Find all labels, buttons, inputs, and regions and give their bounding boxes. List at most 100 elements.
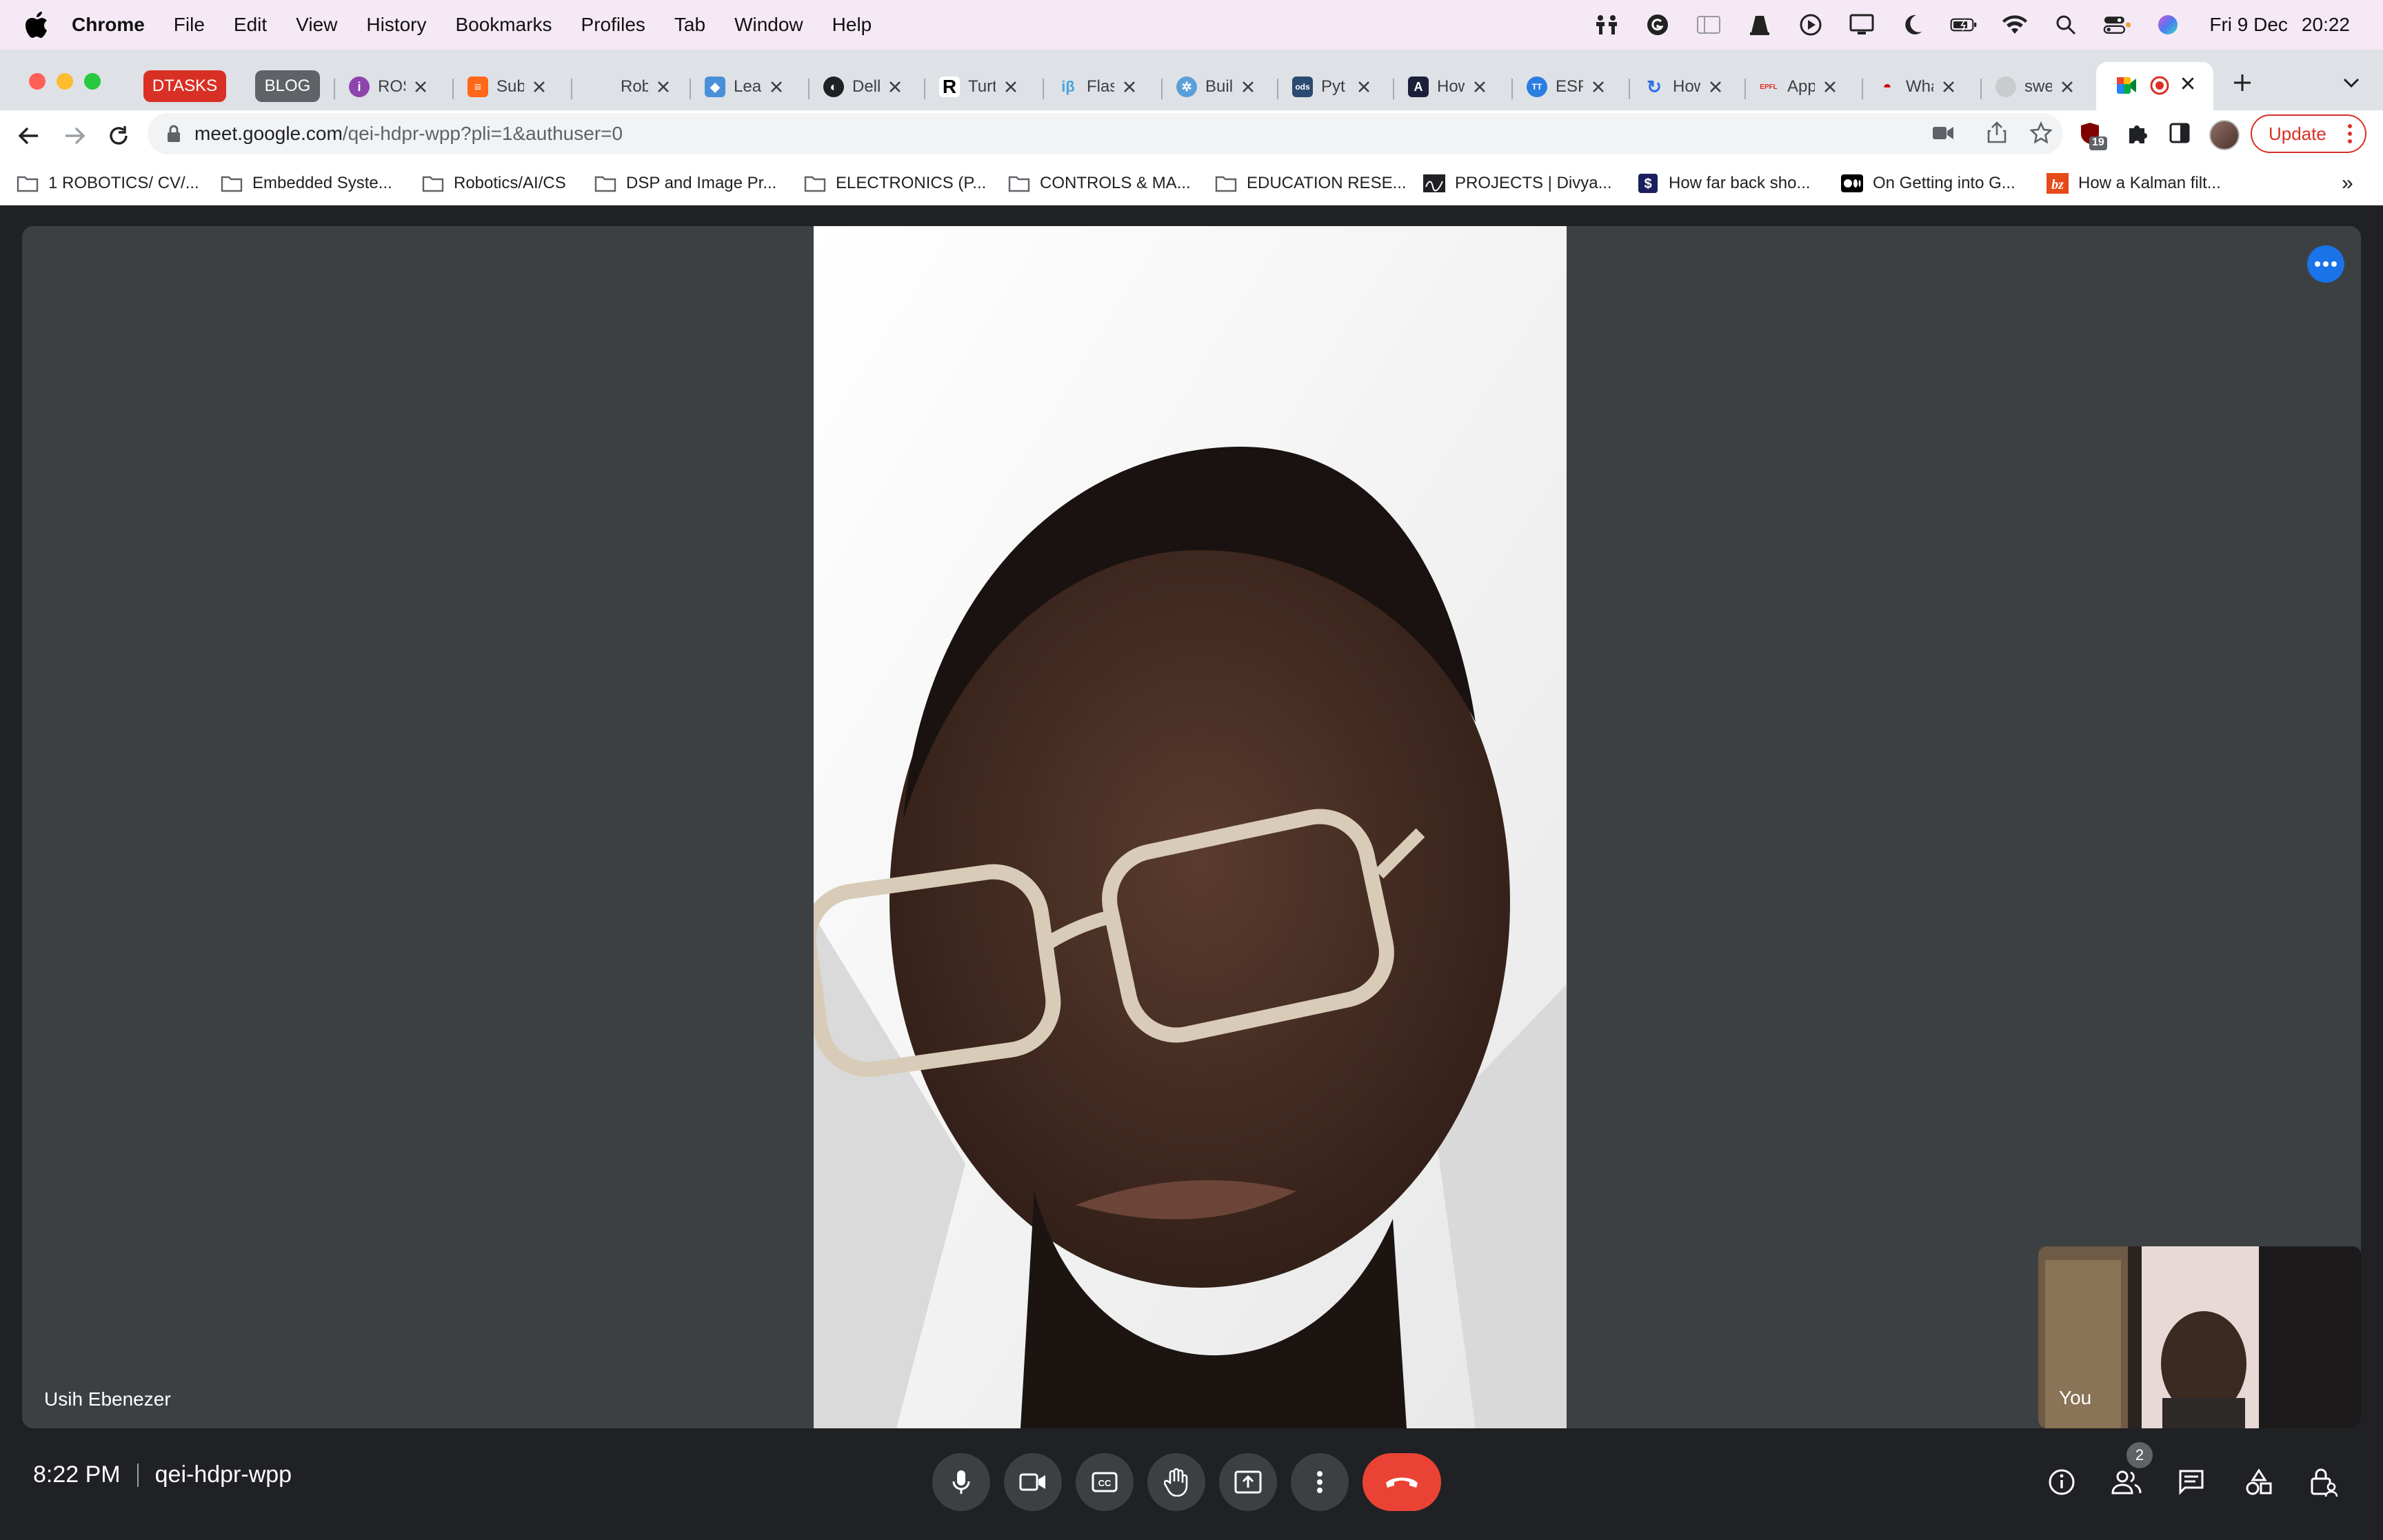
lock-icon[interactable]	[167, 125, 181, 143]
tab-close-icon[interactable]	[885, 77, 905, 97]
extensions-puzzle-icon[interactable]	[2126, 123, 2149, 145]
bookmark-folder-dsp[interactable]: DSP and Image Pr...	[594, 171, 776, 196]
bookmark-kalman-filter[interactable]: bz How a Kalman filt...	[2047, 171, 2221, 196]
tab-close-icon[interactable]	[1120, 77, 1139, 97]
bookmark-how-far-back[interactable]: $ How far back sho...	[1637, 171, 1810, 196]
tab-close-icon[interactable]	[767, 77, 786, 97]
tab-google-meet-active[interactable]	[2096, 62, 2213, 110]
bookmark-projects[interactable]: PROJECTS | Divya...	[1423, 171, 1612, 196]
tab-python[interactable]: ods Pyt	[1292, 66, 1374, 108]
menu-bookmarks[interactable]: Bookmarks	[455, 14, 552, 36]
tab-substack[interactable]: ≡ Sub	[467, 66, 549, 108]
bookmark-folder-embedded[interactable]: Embedded Syste...	[221, 171, 392, 196]
window-close-button[interactable]	[29, 73, 46, 90]
accessibility-icon[interactable]	[1593, 11, 1620, 39]
activities-button[interactable]	[2238, 1461, 2280, 1503]
ublock-extension-icon[interactable]: 19	[2080, 121, 2107, 150]
bookmark-folder-education[interactable]: EDUCATION RESE...	[1215, 171, 1407, 196]
tab-close-icon[interactable]	[411, 77, 430, 97]
grammarly-icon[interactable]	[1644, 11, 1671, 39]
menu-file[interactable]: File	[174, 14, 205, 36]
tab-group-dtasks[interactable]: DTASKS	[143, 70, 226, 102]
app-menu-chrome[interactable]: Chrome	[72, 14, 145, 36]
tab-close-icon[interactable]	[530, 77, 549, 97]
tab-esp[interactable]: TT ESP	[1527, 66, 1608, 108]
apple-logo-icon[interactable]	[25, 11, 48, 39]
tab-close-icon[interactable]	[2180, 76, 2195, 91]
host-controls-button[interactable]	[2303, 1461, 2344, 1503]
reload-icon[interactable]	[105, 122, 132, 150]
tab-close-icon[interactable]	[1001, 77, 1020, 97]
tab-close-icon[interactable]	[1939, 77, 1958, 97]
raise-hand-button[interactable]	[1147, 1453, 1205, 1511]
tab-group-blog[interactable]: BLOG	[255, 70, 320, 102]
tab-close-icon[interactable]	[1354, 77, 1374, 97]
menu-window[interactable]: Window	[734, 14, 803, 36]
tab-swe[interactable]: swe	[1995, 66, 2077, 108]
new-tab-plus-icon[interactable]	[2231, 72, 2253, 94]
camera-toggle-button[interactable]	[1004, 1453, 1062, 1511]
spotlight-search-icon[interactable]	[2052, 11, 2080, 39]
profile-avatar[interactable]	[2209, 120, 2240, 150]
bookmarks-overflow-chevron[interactable]: »	[2342, 171, 2353, 196]
tab-close-icon[interactable]	[2058, 77, 2077, 97]
captions-button[interactable]: CC	[1076, 1453, 1134, 1511]
remote-participant-video[interactable]	[814, 226, 1567, 1428]
leave-call-button[interactable]	[1363, 1453, 1441, 1511]
present-screen-button[interactable]	[1219, 1453, 1277, 1511]
menu-help[interactable]: Help	[832, 14, 872, 36]
share-icon[interactable]	[1987, 121, 2007, 143]
tab-search-chevron-icon[interactable]	[2342, 76, 2361, 90]
bookmark-folder-robotics-ai-cs[interactable]: Robotics/AI/CS	[422, 171, 566, 196]
tab-how-2[interactable]: ↻ How	[1644, 66, 1725, 108]
play-circle-icon[interactable]	[1797, 11, 1824, 39]
tab-app[interactable]: EPFL App	[1758, 66, 1840, 108]
more-options-button[interactable]	[2307, 245, 2344, 283]
bookmark-star-icon[interactable]	[2030, 121, 2052, 143]
window-minimize-button[interactable]	[57, 73, 73, 90]
menu-tab[interactable]: Tab	[674, 14, 705, 36]
tab-turtle[interactable]: R Turt	[939, 66, 1020, 108]
tab-close-icon[interactable]	[1706, 77, 1725, 97]
forward-arrow-icon[interactable]	[61, 122, 88, 150]
tab-close-icon[interactable]	[1589, 77, 1608, 97]
more-actions-button[interactable]	[1291, 1453, 1349, 1511]
tab-learn[interactable]: ◆ Lea	[705, 66, 786, 108]
meeting-info-button[interactable]	[2041, 1461, 2082, 1503]
address-bar[interactable]: meet.google.com/qei-hdpr-wpp?pli=1&authu…	[148, 113, 2063, 154]
tab-ros[interactable]: i ROS	[349, 66, 430, 108]
menu-view[interactable]: View	[296, 14, 337, 36]
menu-edit[interactable]: Edit	[234, 14, 267, 36]
bookmark-folder-electronics[interactable]: ELECTRONICS (P...	[804, 171, 986, 196]
menu-history[interactable]: History	[366, 14, 426, 36]
bookmark-folder-controls[interactable]: CONTROLS & MA...	[1008, 171, 1191, 196]
tab-close-icon[interactable]	[1238, 77, 1258, 97]
camera-in-use-icon[interactable]	[1932, 124, 1954, 142]
tab-close-icon[interactable]	[1820, 77, 1840, 97]
window-zoom-button[interactable]	[84, 73, 101, 90]
battery-icon[interactable]	[1950, 11, 1978, 39]
side-panel-icon[interactable]	[2169, 123, 2190, 143]
bookmark-folder-robotics-cv[interactable]: 1 ROBOTICS/ CV/...	[17, 171, 199, 196]
control-center-icon[interactable]	[2103, 11, 2131, 39]
tab-robotics[interactable]: Rob	[592, 66, 673, 108]
tab-close-icon[interactable]	[1470, 77, 1489, 97]
siri-icon[interactable]	[2154, 11, 2182, 39]
menu-bar-clock[interactable]: Fri 9 Dec 20:22	[2209, 14, 2350, 36]
tab-how-1[interactable]: A How	[1408, 66, 1489, 108]
do-not-disturb-moon-icon[interactable]	[1899, 11, 1927, 39]
tab-dell[interactable]: ◐ Dell	[823, 66, 905, 108]
tab-close-icon[interactable]	[654, 77, 673, 97]
microphone-toggle-button[interactable]	[932, 1453, 990, 1511]
wifi-icon[interactable]	[2001, 11, 2029, 39]
vlc-icon[interactable]	[1746, 11, 1773, 39]
chat-button[interactable]	[2171, 1461, 2212, 1503]
back-arrow-icon[interactable]	[15, 122, 43, 150]
display-icon[interactable]	[1848, 11, 1876, 39]
bookmark-on-getting-into[interactable]: On Getting into G...	[1841, 171, 2015, 196]
sidecar-icon[interactable]	[1695, 11, 1722, 39]
tab-build[interactable]: ✲ Buil	[1176, 66, 1258, 108]
menu-profiles[interactable]: Profiles	[581, 14, 645, 36]
self-view-tile[interactable]: You	[2038, 1246, 2361, 1428]
tab-flask[interactable]: iβ Flas	[1058, 66, 1139, 108]
